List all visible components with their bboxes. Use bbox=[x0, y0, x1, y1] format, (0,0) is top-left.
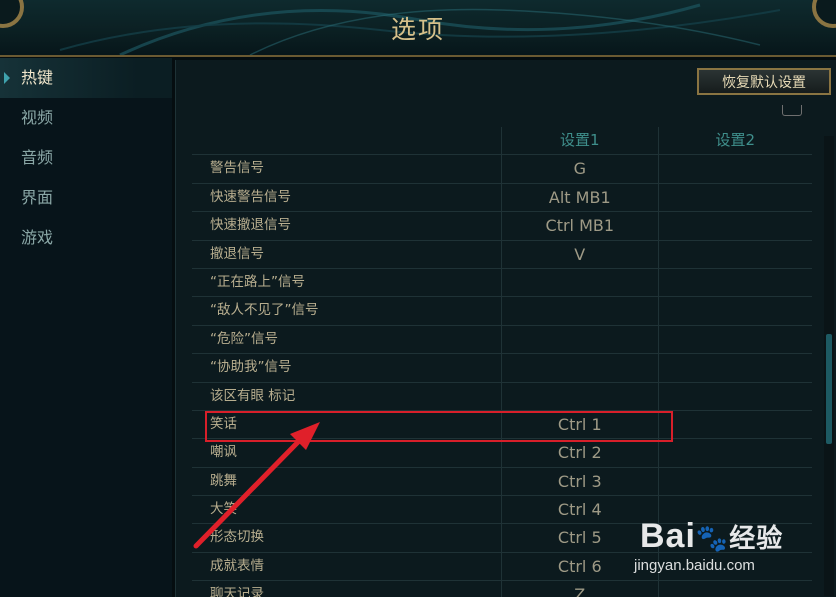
scrollbar-thumb[interactable] bbox=[826, 334, 832, 444]
action-label: “敌人不见了”信号 bbox=[210, 302, 319, 319]
table-row: 快速撤退信号 Ctrl MB1 bbox=[192, 212, 812, 241]
table-row: “正在路上”信号 bbox=[192, 268, 812, 298]
table-row: 笑话 Ctrl 1 bbox=[192, 410, 812, 440]
keybind-slot-1[interactable]: Alt MB1 bbox=[501, 183, 657, 212]
keybind-slot-1[interactable] bbox=[501, 268, 657, 297]
keybind-slot-1[interactable]: Ctrl 5 bbox=[501, 524, 657, 552]
column-header-setting1: 设置1 bbox=[501, 127, 657, 155]
hotkey-table: 设置1 设置2 警告信号 G 快速警告信号 Alt MB1 快速撤退信号 Ctrl MB1… bbox=[192, 127, 812, 597]
keybind-slot-1[interactable]: Ctrl MB1 bbox=[501, 212, 657, 240]
table-row: 聊天记录 Z bbox=[192, 581, 812, 597]
keybind-slot-2[interactable] bbox=[657, 439, 812, 467]
action-label: 成就表情 bbox=[210, 557, 264, 574]
section-toggle-checkbox[interactable] bbox=[782, 105, 802, 116]
action-label: “正在路上”信号 bbox=[210, 273, 305, 290]
keybind-slot-2[interactable] bbox=[657, 467, 812, 496]
action-label: 快速撤退信号 bbox=[210, 217, 291, 234]
table-row: 形态切换 Ctrl 5 bbox=[192, 524, 812, 553]
table-row: “协助我”信号 bbox=[192, 354, 812, 383]
hotkey-scroll-area[interactable]: ▔▔▔▔ 设置1 设置2 警告信号 G 快速警告信号 Alt MB1 快速撤退信号 Ctr… bbox=[192, 102, 812, 597]
keybind-slot-1[interactable]: Ctrl 4 bbox=[501, 496, 657, 524]
action-label: “协助我”信号 bbox=[210, 359, 292, 376]
scrollbar[interactable] bbox=[824, 136, 834, 596]
table-row: 大笑 Ctrl 4 bbox=[192, 496, 812, 525]
hotkey-panel: 恢复默认设置 ▔▔▔▔ 设置1 设置2 警告信号 G 快速警告信号 Alt MB1 快速… bbox=[175, 60, 836, 597]
table-row: 撤退信号 V bbox=[192, 240, 812, 269]
action-label: 大笑 bbox=[210, 501, 237, 518]
keybind-slot-1[interactable]: Ctrl 3 bbox=[501, 467, 657, 496]
keybind-slot-2[interactable] bbox=[657, 382, 812, 410]
keybind-slot-2[interactable] bbox=[657, 325, 812, 354]
action-label: 笑话 bbox=[210, 415, 237, 432]
keybind-slot-1[interactable]: Ctrl 1 bbox=[501, 410, 657, 439]
sidebar-item-hotkeys[interactable]: 热键 bbox=[0, 58, 172, 98]
keybind-slot-1[interactable] bbox=[501, 297, 657, 325]
table-row: 成就表情 Ctrl 6 bbox=[192, 552, 812, 582]
action-label: “危险”信号 bbox=[210, 330, 278, 347]
keybind-slot-2[interactable] bbox=[657, 155, 812, 183]
action-label: 该区有眼 标记 bbox=[210, 387, 296, 404]
keybind-slot-1[interactable]: G bbox=[501, 155, 657, 183]
column-header-action bbox=[192, 127, 501, 154]
keybind-slot-2[interactable] bbox=[657, 240, 812, 268]
keybind-slot-1[interactable] bbox=[501, 382, 657, 410]
sidebar-item-interface[interactable]: 界面 bbox=[0, 178, 172, 218]
table-row: 警告信号 G bbox=[192, 155, 812, 184]
table-row: 该区有眼 标记 bbox=[192, 382, 812, 411]
restore-defaults-button[interactable]: 恢复默认设置 bbox=[697, 68, 831, 95]
keybind-slot-2[interactable] bbox=[657, 410, 812, 439]
action-label: 跳舞 bbox=[210, 472, 237, 489]
sidebar-item-audio[interactable]: 音频 bbox=[0, 138, 172, 178]
sidebar-item-video[interactable]: 视频 bbox=[0, 98, 172, 138]
action-label: 快速警告信号 bbox=[210, 188, 291, 205]
table-row: “危险”信号 bbox=[192, 325, 812, 355]
keybind-slot-2[interactable] bbox=[657, 552, 812, 581]
action-label: 警告信号 bbox=[210, 160, 264, 177]
window-title: 选项 bbox=[390, 15, 445, 44]
keybind-slot-1[interactable] bbox=[501, 325, 657, 354]
keybind-slot-1[interactable]: Z bbox=[501, 581, 657, 597]
keybind-slot-1[interactable]: V bbox=[501, 240, 657, 268]
action-label: 撤退信号 bbox=[210, 245, 264, 262]
table-header-row: 设置1 设置2 bbox=[192, 127, 812, 156]
keybind-slot-2[interactable] bbox=[657, 212, 812, 240]
column-header-setting2: 设置2 bbox=[657, 127, 812, 155]
keybind-slot-2[interactable] bbox=[657, 496, 812, 524]
settings-sidebar: 热键 视频 音频 界面 游戏 bbox=[0, 58, 172, 597]
action-label: 嘲讽 bbox=[210, 444, 237, 461]
action-label: 形态切换 bbox=[210, 529, 264, 546]
keybind-slot-2[interactable] bbox=[657, 268, 812, 297]
keybind-slot-2[interactable] bbox=[657, 297, 812, 325]
keybind-slot-2[interactable] bbox=[657, 524, 812, 552]
keybind-slot-2[interactable] bbox=[657, 354, 812, 382]
action-label: 聊天记录 bbox=[210, 586, 264, 597]
section-header-clipped: ▔▔▔▔ bbox=[210, 102, 247, 110]
table-row: 快速警告信号 Alt MB1 bbox=[192, 183, 812, 213]
keybind-slot-1[interactable] bbox=[501, 354, 657, 382]
options-header: 选项 bbox=[0, 0, 836, 57]
table-row: “敌人不见了”信号 bbox=[192, 297, 812, 326]
keybind-slot-1[interactable]: Ctrl 2 bbox=[501, 439, 657, 467]
table-row: 嘲讽 Ctrl 2 bbox=[192, 439, 812, 468]
keybind-slot-1[interactable]: Ctrl 6 bbox=[501, 552, 657, 581]
keybind-slot-2[interactable] bbox=[657, 581, 812, 597]
sidebar-item-game[interactable]: 游戏 bbox=[0, 218, 172, 258]
table-row: 跳舞 Ctrl 3 bbox=[192, 467, 812, 497]
keybind-slot-2[interactable] bbox=[657, 183, 812, 212]
